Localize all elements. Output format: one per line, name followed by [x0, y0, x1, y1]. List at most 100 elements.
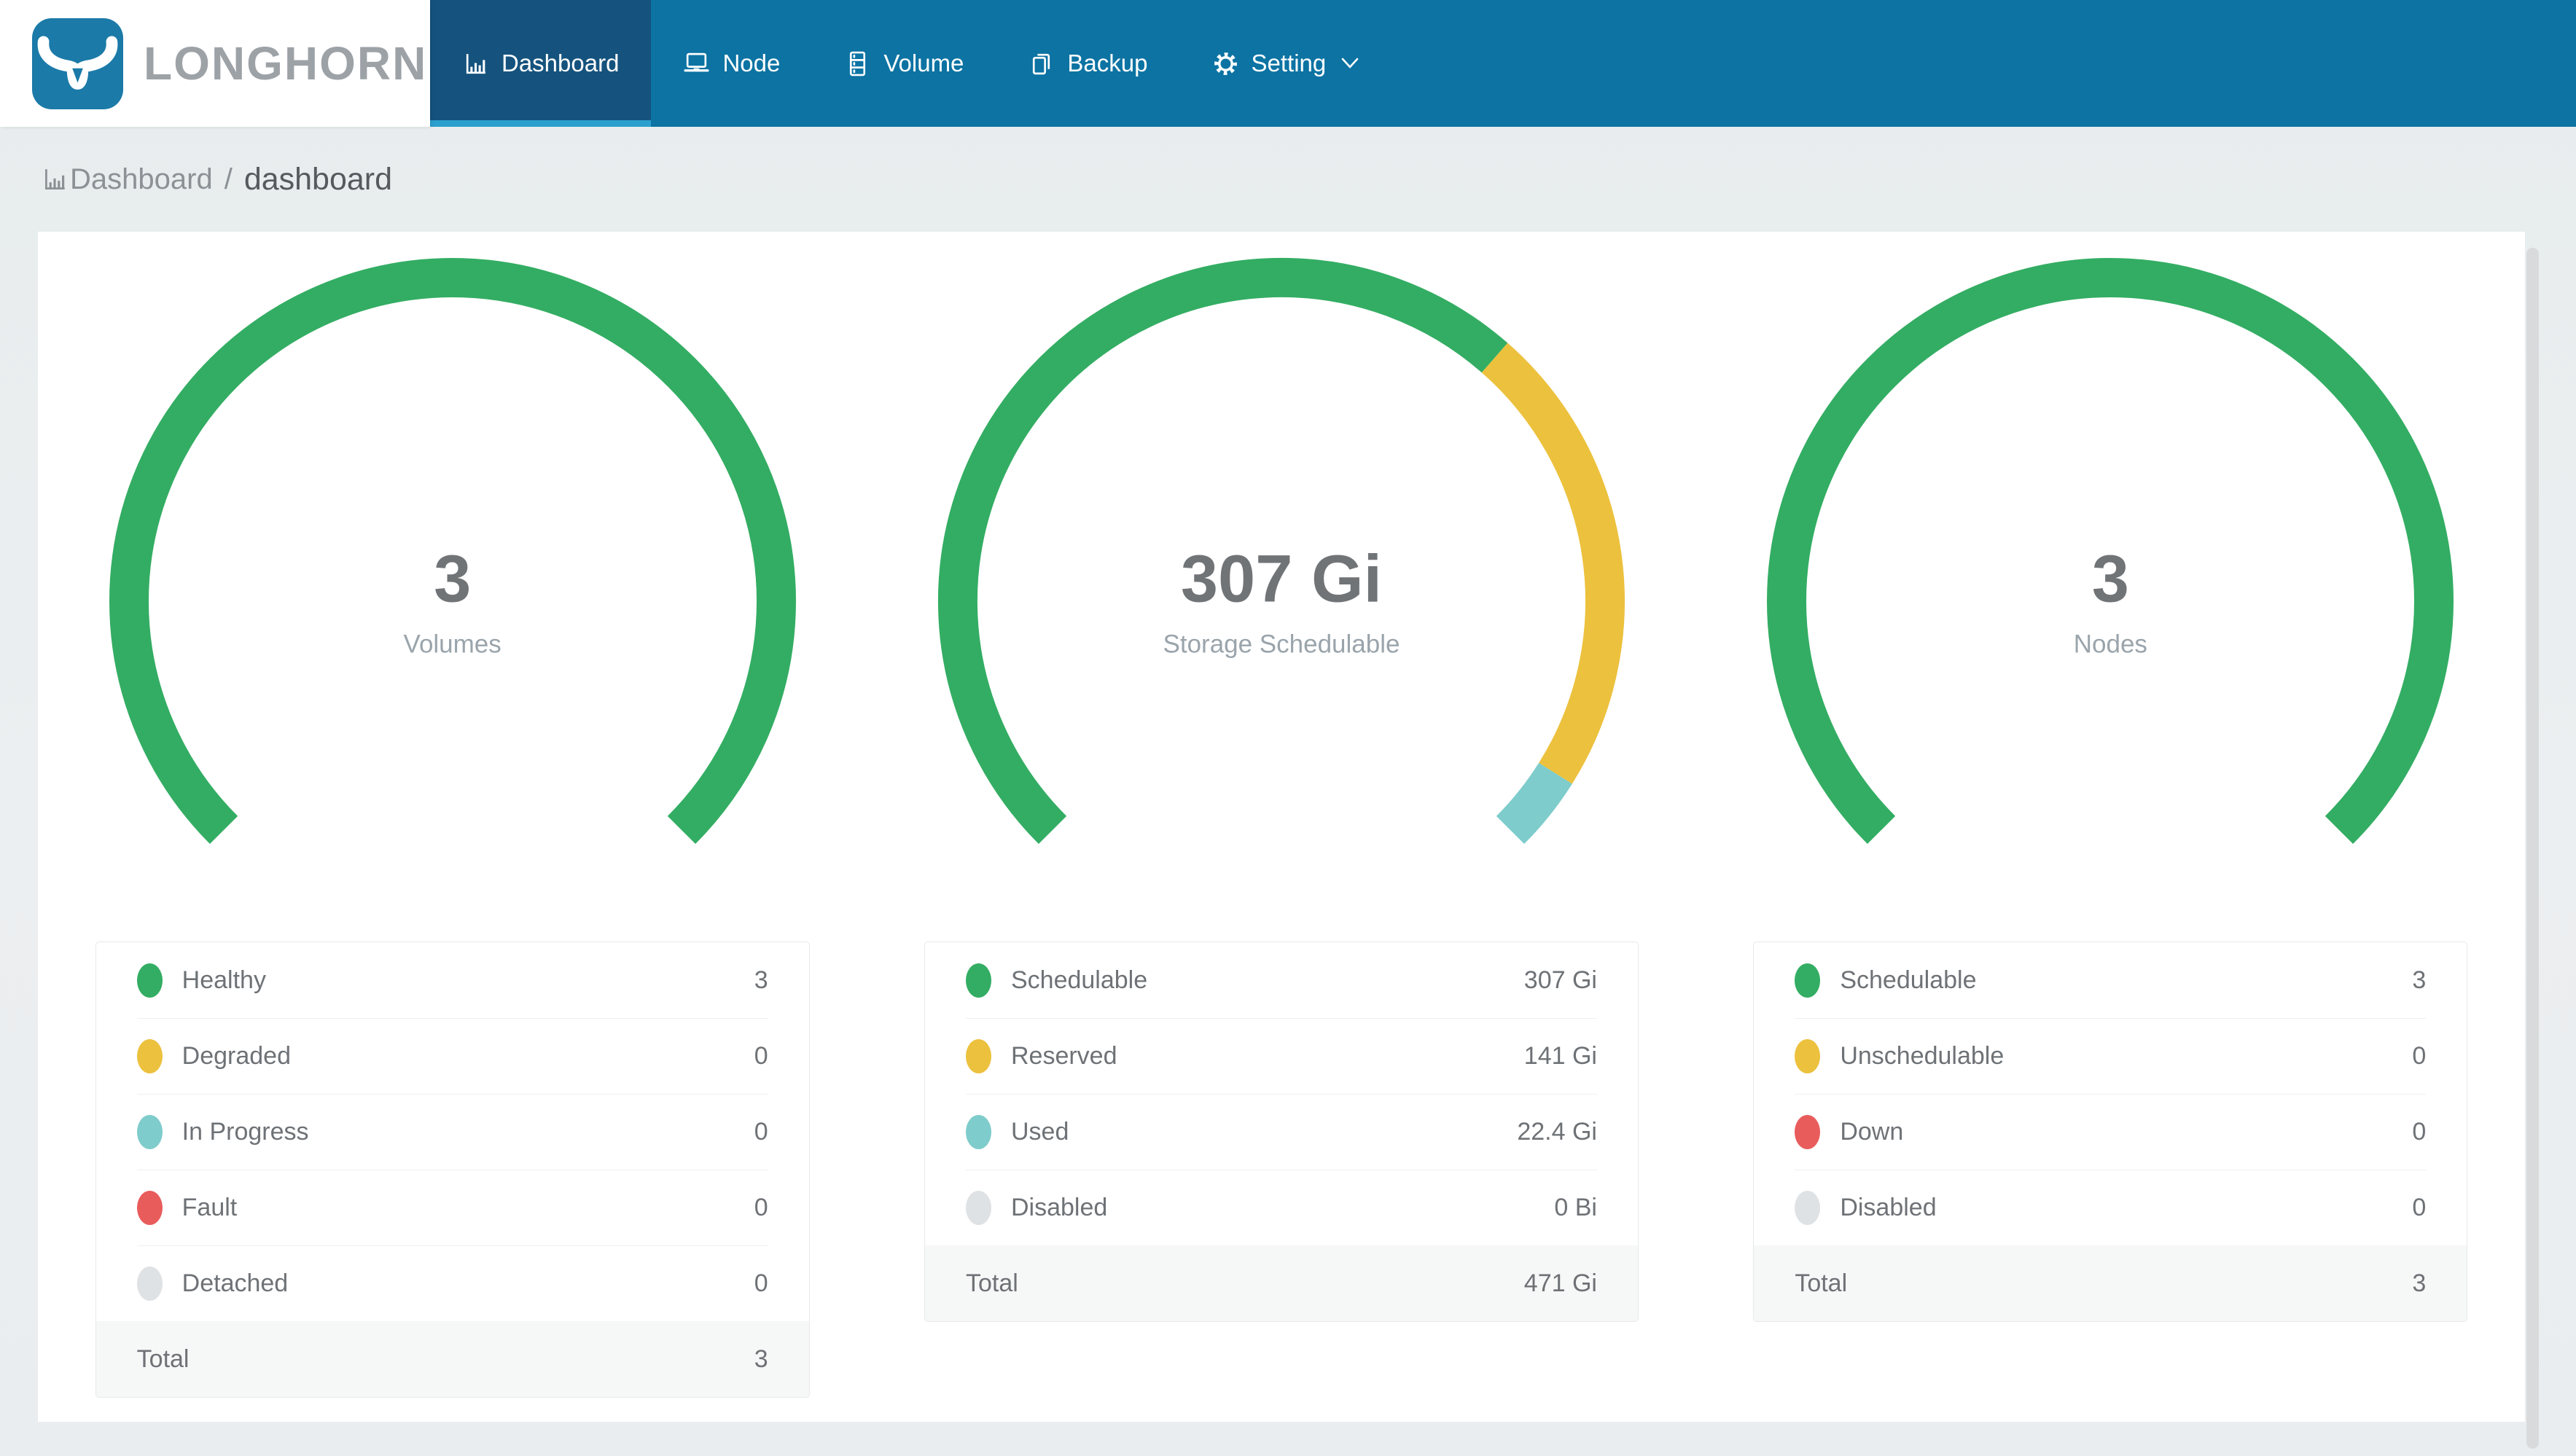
- total-value: 3: [754, 1345, 768, 1373]
- legend-dot: [136, 1038, 163, 1073]
- legend-rows: Schedulable 3 Unschedulable 0 Down 0 Disabled 0: [1754, 942, 2467, 1245]
- legend-row: In Progress 0: [96, 1094, 809, 1170]
- dashboard-card: 3 Volumes Healthy 3 Degraded 0 In Progress 0 F…: [38, 232, 2525, 1422]
- nav-item-backup[interactable]: Backup: [996, 0, 1179, 127]
- legend-value: 0: [754, 1193, 768, 1221]
- legend-value: 0: [754, 1041, 768, 1070]
- legend-value: 3: [754, 966, 768, 994]
- gauge-segment: [109, 258, 796, 845]
- vertical-scrollbar-thumb[interactable]: [2526, 248, 2539, 1449]
- legend-value: 0: [2412, 1117, 2427, 1146]
- total-value: 471 Gi: [1523, 1269, 1597, 1297]
- legend-value: 0: [2412, 1193, 2427, 1221]
- legend-dot: [1795, 963, 1821, 998]
- legend-dot: [965, 963, 991, 998]
- legend-row: Detached 0: [96, 1245, 809, 1321]
- total-value: 3: [2412, 1269, 2427, 1297]
- total-label: Total: [136, 1345, 190, 1373]
- nodes-gauge-chart: [1767, 258, 2454, 845]
- breadcrumb-page: dashboard: [243, 161, 393, 197]
- legend-row: Healthy 3: [96, 942, 809, 1018]
- legend-dot: [965, 1190, 991, 1225]
- legend-label: Down: [1840, 1117, 1904, 1146]
- legend-dot: [1795, 1114, 1821, 1149]
- gauge-segment: [937, 257, 1508, 845]
- main-nav: Dashboard Node Volume Backup Setting: [430, 0, 1391, 127]
- legend-row: Schedulable 3: [1754, 942, 2467, 1018]
- legend-label: Schedulable: [1840, 966, 1977, 994]
- app-header: LONGHORN Dashboard Node Volume Backup Se…: [0, 0, 2576, 127]
- legend-label: Healthy: [182, 966, 266, 994]
- legend-value: 0 Bi: [1554, 1193, 1597, 1221]
- server-icon: [850, 51, 866, 76]
- storage-legend-table: Schedulable 307 Gi Reserved 141 Gi Used 22.4 …: [924, 942, 1639, 1322]
- copy-icon: [1033, 53, 1050, 74]
- nav-label: Backup: [1067, 50, 1148, 77]
- legend-value: 22.4 Gi: [1517, 1117, 1597, 1146]
- legend-value: 0: [754, 1117, 768, 1146]
- nav-label: Dashboard: [501, 50, 620, 77]
- legend-dot: [136, 963, 163, 998]
- legend-row: Schedulable 307 Gi: [925, 942, 1638, 1018]
- legend-value: 141 Gi: [1523, 1041, 1597, 1070]
- legend-label: Reserved: [1010, 1041, 1117, 1070]
- legend-row: Disabled 0: [1754, 1170, 2467, 1245]
- legend-rows: Schedulable 307 Gi Reserved 141 Gi Used 22.4 …: [925, 942, 1638, 1245]
- panel-nodes: 3 Nodes Schedulable 3 Unschedulable 0 Down 0 D…: [1696, 232, 2525, 1422]
- legend-row: Unschedulable 0: [1754, 1018, 2467, 1094]
- bar-chart-icon: [466, 53, 485, 74]
- nav-label: Node: [722, 50, 781, 77]
- volumes-gauge-chart: [109, 258, 796, 845]
- legend-label: Degraded: [182, 1041, 291, 1070]
- legend-row: Fault 0: [96, 1170, 809, 1245]
- total-label: Total: [965, 1269, 1018, 1297]
- panel-volumes: 3 Volumes Healthy 3 Degraded 0 In Progress 0 F…: [38, 232, 867, 1422]
- legend-label: In Progress: [182, 1117, 309, 1146]
- gauge-segment: [1767, 258, 2454, 845]
- legend-label: Fault: [182, 1193, 238, 1221]
- gear-icon: [1214, 52, 1237, 75]
- legend-dot: [136, 1266, 163, 1301]
- legend-value: 307 Gi: [1523, 966, 1597, 994]
- longhorn-logo-icon: [32, 17, 123, 109]
- logo[interactable]: LONGHORN: [0, 0, 430, 127]
- nav-label: Setting: [1251, 50, 1327, 77]
- nav-item-setting[interactable]: Setting: [1180, 0, 1392, 127]
- legend-dot: [965, 1038, 991, 1073]
- total-row: Total 3: [1754, 1245, 2467, 1321]
- legend-row: Disabled 0 Bi: [925, 1170, 1638, 1245]
- nav-label: Volume: [883, 50, 964, 77]
- gauge-segment: [1481, 343, 1625, 784]
- nodes-legend-table: Schedulable 3 Unschedulable 0 Down 0 Disabled 0…: [1753, 942, 2468, 1322]
- panel-storage: 307 Gi Storage Schedulable Schedulable 30…: [867, 232, 1695, 1422]
- chevron-down-icon: [1341, 58, 1359, 69]
- legend-row: Down 0: [1754, 1094, 2467, 1170]
- nav-item-dashboard[interactable]: Dashboard: [430, 0, 652, 127]
- legend-label: Detached: [182, 1269, 289, 1297]
- legend-value: 0: [2412, 1041, 2427, 1070]
- breadcrumb: Dashboard / dashboard: [41, 127, 392, 232]
- legend-dot: [136, 1114, 163, 1149]
- legend-label: Schedulable: [1010, 966, 1148, 994]
- legend-row: Reserved 141 Gi: [925, 1018, 1638, 1094]
- legend-label: Used: [1010, 1117, 1069, 1146]
- bar-chart-icon: [45, 169, 65, 190]
- legend-row: Degraded 0: [96, 1018, 809, 1094]
- breadcrumb-separator: /: [224, 163, 233, 195]
- volumes-legend-table: Healthy 3 Degraded 0 In Progress 0 Fault 0 Detac…: [95, 942, 810, 1398]
- legend-label: Disabled: [1010, 1193, 1108, 1221]
- gauge-segment: [1496, 762, 1572, 845]
- legend-value: 0: [754, 1269, 768, 1297]
- legend-dot: [1795, 1038, 1821, 1073]
- total-label: Total: [1795, 1269, 1848, 1297]
- total-row: Total 3: [95, 1321, 809, 1397]
- legend-dot: [965, 1114, 991, 1149]
- total-row: Total 471 Gi: [924, 1245, 1638, 1321]
- legend-value: 3: [2412, 966, 2427, 994]
- legend-row: Used 22.4 Gi: [925, 1094, 1638, 1170]
- nav-item-volume[interactable]: Volume: [812, 0, 996, 127]
- legend-rows: Healthy 3 Degraded 0 In Progress 0 Fault 0 Detac…: [96, 942, 809, 1321]
- nav-item-node[interactable]: Node: [651, 0, 812, 127]
- breadcrumb-section[interactable]: Dashboard: [70, 163, 213, 196]
- legend-label: Unschedulable: [1840, 1041, 2005, 1070]
